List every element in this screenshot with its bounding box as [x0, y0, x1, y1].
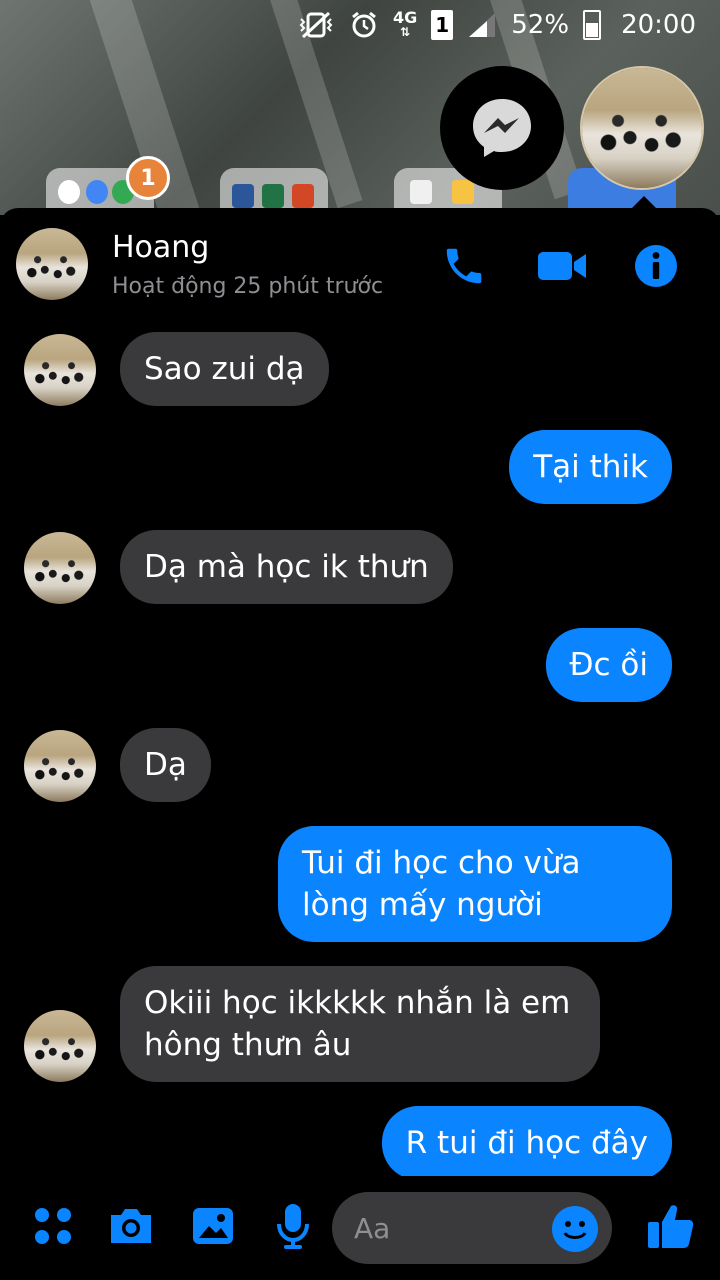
outgoing-message[interactable]: R tui đi học đây	[381, 1106, 672, 1176]
chat-header: Hoang Hoạt động 25 phút trước	[0, 208, 720, 320]
phone-icon	[446, 248, 482, 284]
message-row: Tui đi học cho vừa lòng mấy người	[0, 826, 720, 942]
camera-button[interactable]	[106, 1198, 156, 1254]
messenger-icon	[473, 99, 531, 157]
microphone-icon	[277, 1204, 309, 1249]
sender-avatar	[24, 334, 96, 406]
contact-photo	[582, 68, 702, 188]
vibrate-mute-icon	[297, 10, 335, 40]
message-row: Okiii học ikkkkk nhắn là em hông thưn âu	[0, 966, 720, 1084]
outgoing-message[interactable]: Đc ồi	[545, 628, 672, 702]
status-bar: 4G ⇅ 1 52% 20:00	[0, 0, 720, 50]
video-camera-icon	[538, 252, 586, 280]
contact-avatar[interactable]	[16, 228, 88, 300]
message-row: Đc ồi	[0, 628, 720, 704]
outgoing-message[interactable]: Tui đi học cho vừa lòng mấy người	[278, 826, 672, 942]
like-button[interactable]	[640, 1196, 700, 1256]
incoming-message[interactable]: Sao zui dạ	[120, 332, 329, 406]
conversation-info-button[interactable]	[628, 238, 684, 294]
emoji-icon	[563, 1221, 587, 1239]
sim-icon: 1	[431, 10, 454, 40]
sender-avatar	[24, 730, 96, 802]
notification-badge: 1	[126, 156, 170, 200]
messenger-chat-head[interactable]	[440, 66, 564, 190]
incoming-message[interactable]: Dạ	[120, 728, 211, 802]
message-composer	[0, 1176, 720, 1280]
message-row: Dạ mà học ik thưn	[0, 528, 720, 608]
message-row: Dạ	[0, 726, 720, 806]
video-call-button[interactable]	[534, 238, 590, 294]
clock: 20:00	[621, 10, 696, 40]
message-row: Tại thik	[0, 430, 720, 506]
network-type-label: 4G	[393, 8, 418, 27]
incoming-message[interactable]: Okiii học ikkkkk nhắn là em hông thưn âu	[120, 966, 600, 1082]
network-type-icon: 4G ⇅	[393, 8, 418, 40]
contact-name[interactable]: Hoang	[112, 230, 209, 265]
thumbs-up-icon	[648, 1205, 694, 1248]
apps-grid-icon	[35, 1208, 71, 1244]
gallery-icon	[193, 1208, 233, 1244]
emoji-button[interactable]	[552, 1206, 598, 1252]
info-icon	[635, 245, 677, 287]
sender-avatar	[24, 1010, 96, 1082]
more-actions-button[interactable]	[28, 1198, 78, 1254]
alarm-icon	[349, 10, 379, 40]
battery-percent: 52%	[511, 10, 570, 40]
battery-icon	[583, 10, 602, 40]
chat-panel: Hoang Hoạt động 25 phút trước Sao zui dạ…	[0, 208, 720, 1280]
message-row: Sao zui dạ	[0, 330, 720, 410]
contact-active-status: Hoạt động 25 phút trước	[112, 274, 384, 299]
voice-record-button[interactable]	[268, 1198, 318, 1254]
gallery-button[interactable]	[188, 1198, 238, 1254]
outgoing-message[interactable]: Tại thik	[509, 430, 672, 504]
voice-call-button[interactable]	[436, 238, 492, 294]
signal-icon	[467, 11, 497, 39]
message-row: R tui đi học đây	[0, 1106, 720, 1176]
incoming-message[interactable]: Dạ mà học ik thưn	[120, 530, 453, 604]
camera-icon	[111, 1209, 151, 1243]
contact-chat-head[interactable]	[580, 66, 704, 190]
sender-avatar	[24, 532, 96, 604]
sim-label: 1	[435, 13, 450, 37]
